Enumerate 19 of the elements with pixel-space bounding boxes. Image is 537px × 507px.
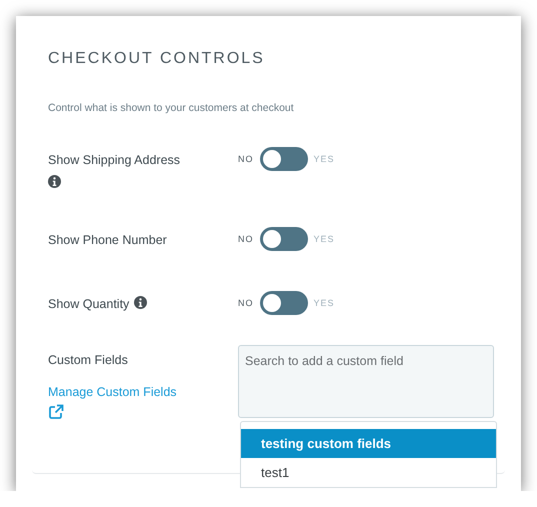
toggle-switch[interactable] xyxy=(260,147,308,171)
manage-custom-fields-link[interactable]: Manage Custom Fields xyxy=(48,382,177,402)
panel-title: CHECKOUT CONTROLS xyxy=(48,50,266,68)
yes-label: YES xyxy=(314,154,335,164)
setting-label: Show Phone Number xyxy=(48,233,167,247)
external-link-icon[interactable] xyxy=(48,404,64,420)
custom-fields-label: Custom Fields xyxy=(48,352,129,369)
no-label: NO xyxy=(238,154,254,164)
no-label: NO xyxy=(238,234,254,244)
yes-label: YES xyxy=(314,298,335,308)
search-field[interactable]: Search to add a custom field xyxy=(238,345,494,418)
dropdown-option[interactable]: testing custom fields xyxy=(241,429,496,458)
setting-label: Show Shipping Address xyxy=(48,153,180,167)
toggle-switch[interactable] xyxy=(260,227,308,251)
yes-label: YES xyxy=(314,234,335,244)
toggle-switch[interactable] xyxy=(260,291,308,315)
panel-subtitle: Control what is shown to your customers at checkout xyxy=(48,102,295,114)
no-label: NO xyxy=(238,298,254,308)
setting-label: Show Quantity xyxy=(48,297,130,311)
